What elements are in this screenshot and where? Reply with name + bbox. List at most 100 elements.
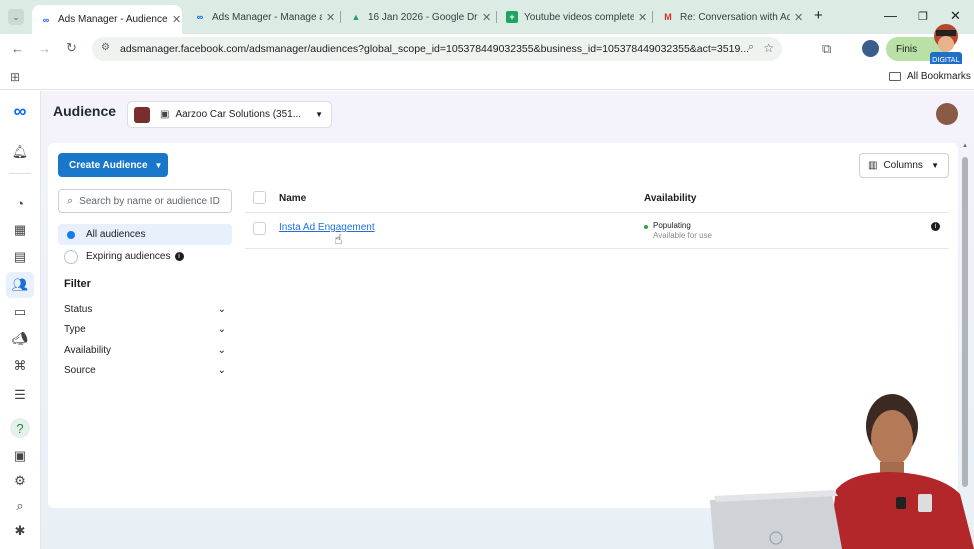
menu-icon[interactable]: ☰: [10, 385, 30, 405]
settings-gear-icon[interactable]: ⚙: [10, 471, 30, 491]
hand-cursor-icon: ☝︎: [334, 231, 343, 247]
info-icon[interactable]: i: [931, 222, 940, 231]
filter-label: Status: [64, 304, 93, 315]
search-placeholder: Search by name or audience ID: [79, 195, 220, 207]
folder-icon: [889, 72, 901, 81]
audience-name-link[interactable]: Insta Ad Engagement: [279, 222, 375, 233]
audiences-icon[interactable]: 👥︎: [6, 272, 34, 298]
presenter-video: [710, 382, 974, 549]
address-bar[interactable]: ⚙ adsmanager.facebook.com/adsmanager/aud…: [92, 37, 782, 61]
chevron-down-icon: ⌄: [217, 304, 226, 315]
channel-logo: DIGITAL: [922, 18, 968, 68]
tab-search-icon[interactable]: ⌄: [8, 9, 24, 25]
finish-label: Finis: [896, 43, 918, 55]
select-all-checkbox[interactable]: [253, 191, 266, 204]
notifications-icon[interactable]: 🔔︎: [10, 142, 30, 162]
availability-status: Populating: [653, 221, 691, 230]
close-icon[interactable]: ✕: [326, 11, 335, 24]
info-icon[interactable]: i: [174, 252, 184, 261]
extensions-icon[interactable]: ⧉: [822, 41, 831, 57]
account-selector[interactable]: ▣ Aarzoo Car Solutions (351... ▼: [127, 101, 332, 128]
bookmarks-label: All Bookmarks: [907, 71, 971, 82]
billing-card-icon[interactable]: ▭: [10, 302, 30, 322]
caret-down-icon: ▼: [154, 160, 163, 170]
close-icon[interactable]: ✕: [638, 11, 647, 24]
gmail-icon: M: [664, 12, 672, 22]
chevron-down-icon: ⌄: [217, 345, 226, 356]
filter-source[interactable]: Source ⌄: [64, 365, 226, 376]
back-icon[interactable]: ←: [11, 41, 24, 56]
availability-cell: Populating Available for use: [653, 221, 712, 241]
profile-avatar[interactable]: [862, 40, 879, 57]
account-name: Aarzoo Car Solutions (351...: [175, 109, 302, 120]
minimize-icon[interactable]: —: [884, 8, 897, 23]
forward-icon[interactable]: →: [38, 41, 51, 56]
meta-logo-icon[interactable]: ∞: [10, 101, 30, 121]
user-avatar[interactable]: [936, 103, 958, 125]
filter-type[interactable]: Type ⌄: [64, 324, 226, 335]
search-icon: ⌕: [67, 194, 74, 207]
create-audience-button[interactable]: Create Audience ▼: [58, 153, 168, 177]
tab-ads-manager-audiences[interactable]: ∞ Ads Manager - Audiences ✕: [32, 5, 182, 34]
close-icon[interactable]: ✕: [482, 11, 491, 24]
columns-button[interactable]: ▥ Columns ▼: [859, 153, 949, 178]
all-audiences-option[interactable]: All audiences: [58, 224, 232, 245]
tab-title: Youtube videos complete: [524, 11, 634, 23]
close-icon[interactable]: ✕: [172, 13, 181, 26]
meta-icon: ∞: [42, 14, 50, 25]
meta-icon: ∞: [196, 12, 204, 22]
megaphone-icon[interactable]: 📣︎: [10, 329, 30, 349]
radio-selected[interactable]: [64, 228, 78, 242]
tab-ads-manager-manage[interactable]: ∞ Ads Manager - Manage ads ✕: [186, 5, 336, 29]
drive-icon: ▲: [351, 12, 361, 22]
zoom-icon[interactable]: ⌕: [748, 41, 754, 54]
tab-google-drive[interactable]: ▲ 16 Jan 2026 - Google Drive ✕: [342, 5, 492, 29]
dashboard-icon[interactable]: ◔: [10, 193, 30, 213]
filter-availability[interactable]: Availability ⌄: [64, 345, 226, 356]
news-icon[interactable]: ▣: [10, 446, 30, 466]
tab-title: Ads Manager - Manage ads: [212, 11, 322, 23]
reports-icon[interactable]: ▤: [10, 247, 30, 267]
all-bookmarks[interactable]: All Bookmarks: [889, 71, 971, 82]
search-icon[interactable]: ⌕: [10, 496, 30, 516]
radio-unselected[interactable]: [64, 249, 78, 264]
bug-report-icon[interactable]: ✱: [10, 521, 30, 541]
status-dot: [644, 225, 648, 229]
tab-title: Re: Conversation with Ad: [680, 11, 790, 23]
filter-label: Source: [64, 365, 96, 376]
columns-label: Columns: [883, 160, 923, 171]
tab-title: Ads Manager - Audiences: [58, 14, 168, 25]
chevron-down-icon: ⌄: [217, 324, 226, 335]
chevron-down-icon: ⌄: [217, 365, 226, 376]
apps-grid-icon[interactable]: ⊞: [10, 70, 20, 84]
tab-gmail[interactable]: M Re: Conversation with Ad ✕: [654, 5, 804, 29]
site-info-icon[interactable]: ⚙: [101, 42, 110, 53]
reload-icon[interactable]: ↻: [66, 40, 77, 56]
name-column-header[interactable]: Name: [279, 193, 306, 204]
availability-substatus: Available for use: [653, 231, 712, 240]
row-checkbox[interactable]: [253, 222, 266, 235]
ads-left-rail: ∞ 🔔︎ ◔ ▦ ▤ 👥︎ ▭ 📣︎ ⌘ ☰ ? ▣ ⚙ ⌕ ✱: [0, 91, 41, 549]
tab-youtube-sheet[interactable]: + Youtube videos complete ✕: [498, 5, 648, 29]
sheets-icon: +: [506, 11, 518, 23]
expiring-audiences-option[interactable]: Expiring audiences i: [58, 246, 232, 267]
tab-title: 16 Jan 2026 - Google Drive: [368, 11, 478, 23]
page-title: Audience: [53, 103, 117, 119]
filter-label: Availability: [64, 345, 112, 356]
close-icon[interactable]: ✕: [794, 11, 803, 24]
svg-text:DIGITAL: DIGITAL: [932, 56, 959, 64]
create-audience-label: Create Audience: [69, 159, 148, 171]
star-icon[interactable]: ☆: [763, 41, 774, 55]
new-tab-icon[interactable]: +: [814, 7, 823, 24]
help-icon[interactable]: ?: [10, 418, 30, 438]
audience-search-input[interactable]: ⌕ Search by name or audience ID: [58, 189, 232, 213]
filter-status[interactable]: Status ⌄: [64, 304, 226, 315]
option-label: All audiences: [86, 229, 146, 240]
availability-column-header[interactable]: Availability: [644, 193, 696, 204]
columns-icon: ▥: [868, 160, 878, 171]
ad-account-icon: ▣: [160, 109, 170, 120]
tab-strip: ⌄ ∞ Ads Manager - Audiences ✕ ∞ Ads Mana…: [0, 0, 974, 34]
business-tools-icon[interactable]: ⌘: [10, 356, 30, 376]
option-label: Expiring audiences: [86, 251, 171, 262]
campaigns-table-icon[interactable]: ▦: [10, 220, 30, 240]
